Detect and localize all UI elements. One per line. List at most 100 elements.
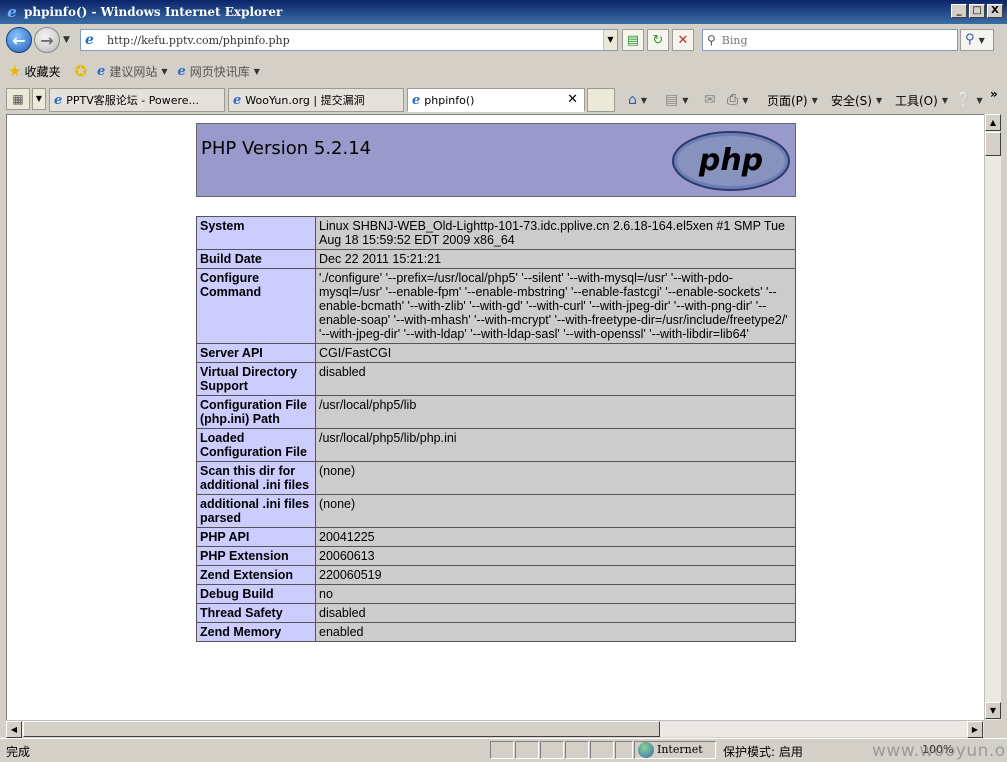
chevron-down-icon: ▼	[875, 95, 883, 105]
setting-value: (none)	[315, 494, 796, 528]
home-icon: ⌂	[628, 92, 637, 108]
setting-key: Loaded Configuration File	[196, 428, 316, 462]
address-dropdown[interactable]: ▼	[603, 30, 617, 50]
tab-pptv-forum[interactable]: e PPTV客服论坛 - Powere...	[49, 88, 225, 112]
tools-menu[interactable]: 工具(O) ▼	[895, 90, 948, 110]
new-tab-button[interactable]	[587, 88, 615, 112]
table-row: Virtual Directory Support disabled	[196, 362, 796, 396]
url-input[interactable]	[105, 31, 601, 49]
search-input[interactable]	[719, 32, 940, 48]
tab-list-dropdown[interactable]: ▼	[32, 88, 46, 110]
setting-value: Dec 22 2011 15:21:21	[315, 249, 796, 269]
horizontal-scroll-thumb[interactable]	[23, 721, 660, 737]
help-button[interactable]: ❔ ▼	[955, 90, 983, 110]
favorites-bar: ★ 收藏夹 ✪ e 建议网站 ▼ e 网页快讯库 ▼	[0, 58, 1007, 84]
safety-menu[interactable]: 安全(S) ▼	[831, 90, 882, 110]
setting-key: PHP API	[196, 527, 316, 547]
setting-key: Debug Build	[196, 584, 316, 604]
table-row: Zend Memory enabled	[196, 622, 796, 642]
table-row: Configuration File (php.ini) Path/usr/lo…	[196, 395, 796, 429]
tab-label: WooYun.org | 提交漏洞	[245, 94, 365, 107]
safety-menu-label: 安全(S)	[831, 93, 872, 108]
maximize-button[interactable]: □	[969, 4, 985, 18]
tab-bar: ▦ ▼ e PPTV客服论坛 - Powere... e WooYun.org …	[0, 86, 1007, 114]
web-slice-gallery-link[interactable]: e 网页快讯库 ▼	[178, 63, 260, 80]
home-button[interactable]: ⌂ ▼	[628, 90, 647, 110]
window-title: phpinfo() - Windows Internet Explorer	[24, 5, 283, 19]
setting-value: 220060519	[315, 565, 796, 585]
help-icon: ❔	[955, 92, 973, 108]
table-row: Thread Safety disabled	[196, 603, 796, 623]
ie-icon: e	[54, 92, 63, 108]
print-icon: ⎙	[727, 92, 739, 108]
refresh-button[interactable]: ↻	[647, 29, 669, 51]
address-bar[interactable]: e ▼	[80, 29, 618, 51]
status-slot	[615, 741, 633, 759]
status-text: 完成	[6, 745, 31, 759]
ie-page-icon: e	[85, 32, 94, 48]
search-box[interactable]: ⚲	[702, 29, 958, 51]
tab-phpinfo[interactable]: e phpinfo() ✕	[407, 88, 585, 112]
setting-value: /usr/local/php5/lib	[315, 395, 796, 429]
suggested-sites-link[interactable]: e 建议网站 ▼	[97, 63, 167, 80]
quick-tabs-button[interactable]: ▦	[6, 88, 30, 110]
scroll-down-button[interactable]: ▼	[985, 702, 1001, 719]
window-titlebar[interactable]: e phpinfo() - Windows Internet Explorer …	[0, 0, 1007, 24]
scroll-left-button[interactable]: ◀	[6, 721, 22, 738]
setting-key: PHP Extension	[196, 546, 316, 566]
close-button[interactable]: X	[987, 4, 1003, 18]
scroll-up-button[interactable]: ▲	[985, 114, 1001, 131]
setting-value: disabled	[315, 362, 796, 396]
setting-key: System	[196, 216, 316, 250]
feeds-button[interactable]: ▤ ▼	[665, 90, 688, 110]
vertical-scrollbar[interactable]: ▲ ▼	[984, 114, 1001, 720]
scroll-right-button[interactable]: ▶	[967, 721, 983, 738]
vertical-scroll-thumb[interactable]	[985, 132, 1001, 156]
suggested-sites-label: 建议网站	[109, 64, 158, 79]
setting-key: Zend Memory	[196, 622, 316, 642]
minimize-button[interactable]: _	[951, 4, 967, 18]
setting-value: './configure' '--prefix=/usr/local/php5'…	[315, 268, 796, 344]
php-logo: php	[672, 131, 790, 191]
setting-key: Build Date	[196, 249, 316, 269]
read-mail-button[interactable]: ✉	[704, 90, 716, 110]
feeds-icon: ▤	[665, 92, 679, 108]
search-provider-icon: ⚲	[707, 33, 716, 47]
setting-key: Thread Safety	[196, 603, 316, 623]
ie-icon: e	[97, 63, 106, 79]
globe-icon	[638, 742, 654, 758]
recent-pages-dropdown[interactable]: ▼	[63, 35, 70, 45]
table-row: PHP Extension 20060613	[196, 546, 796, 566]
favorites-button[interactable]: ★ 收藏夹	[8, 62, 60, 80]
watermark: www.wooyun.org	[872, 741, 1007, 761]
setting-value: 20060613	[315, 546, 796, 566]
forward-icon: →	[40, 30, 54, 50]
tab-wooyun[interactable]: e WooYun.org | 提交漏洞	[228, 88, 404, 112]
tab-label: phpinfo()	[424, 93, 475, 107]
forward-button[interactable]: →	[34, 27, 60, 53]
setting-key: additional .ini files parsed	[196, 494, 316, 528]
back-button[interactable]: ←	[6, 27, 32, 53]
chevron-down-icon: ▼	[253, 66, 260, 76]
security-zone-label: Internet	[657, 743, 703, 756]
status-slot	[565, 741, 589, 759]
chevron-down-icon: ▼	[161, 66, 168, 76]
setting-value: enabled	[315, 622, 796, 642]
print-button[interactable]: ⎙ ▼	[727, 90, 748, 110]
search-button[interactable]: ⚲ ▼	[960, 29, 994, 51]
stop-icon: ✕	[677, 32, 689, 48]
address-toolbar: ← → ▼ e ▼ ▤ ↻ ✕ ⚲ ⚲ ▼	[0, 24, 1007, 56]
php-version-header: PHP Version 5.2.14 php	[196, 123, 796, 197]
setting-key: Scan this dir for additional .ini files	[196, 461, 316, 495]
horizontal-scrollbar[interactable]: ◀ ▶	[6, 720, 984, 738]
page-menu[interactable]: 页面(P) ▼	[767, 90, 818, 110]
status-slot	[515, 741, 539, 759]
more-commands-chevron[interactable]: »	[990, 84, 998, 104]
close-tab-icon[interactable]: ✕	[567, 92, 578, 107]
protected-mode-label[interactable]: 保护模式: 启用	[723, 743, 803, 760]
stop-button[interactable]: ✕	[672, 29, 694, 51]
back-icon: ←	[12, 30, 26, 50]
page-viewport[interactable]: PHP Version 5.2.14 php System Linux SHBNJ…	[6, 114, 984, 720]
add-to-favorites-button[interactable]: ✪	[74, 62, 87, 80]
compatibility-view-button[interactable]: ▤	[622, 29, 644, 51]
